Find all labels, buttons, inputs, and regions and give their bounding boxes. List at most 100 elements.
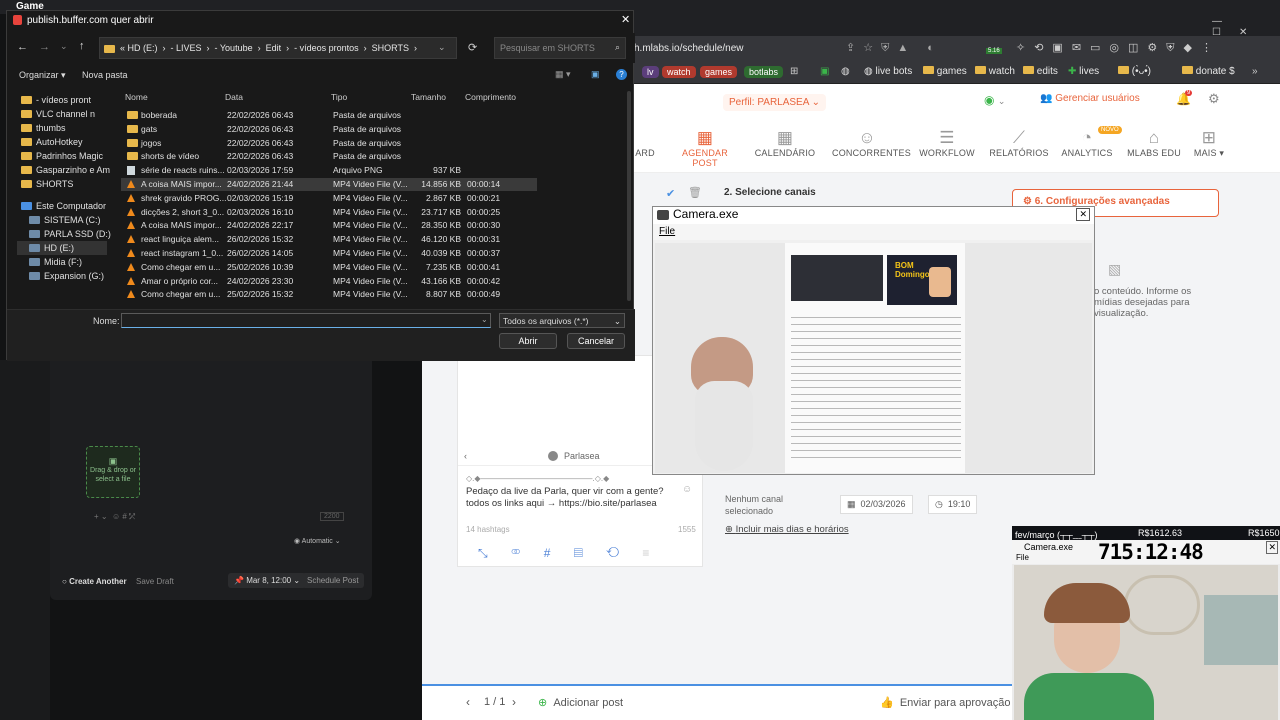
nav-relatorios[interactable]: ⟋ RELATÓRIOS: [984, 128, 1054, 158]
file-row[interactable]: react linguiça alem... 26/02/2026 15:32 MP…: [121, 233, 537, 246]
list-scrollbar[interactable]: [627, 91, 631, 301]
chevron-left-icon[interactable]: ‹: [464, 451, 467, 461]
link-icon[interactable]: ⚭: [511, 546, 520, 560]
file-row[interactable]: react instagram 1_0... 26/02/2026 14:05 MP…: [121, 247, 537, 260]
apps-grid-icon[interactable]: ⊞: [790, 66, 798, 77]
post-text[interactable]: Pedaço da live da Parla, quer vir com a …: [466, 486, 681, 510]
up-arrow-icon[interactable]: ↑: [79, 40, 85, 52]
camera-file-menu[interactable]: File: [659, 226, 675, 237]
crumb-youtube[interactable]: Youtube: [220, 43, 253, 53]
time-picker[interactable]: ◷ 19:10: [928, 495, 978, 514]
sidebar-item[interactable]: AutoHotkey: [21, 135, 83, 149]
bookmark-folder-edits[interactable]: edits: [1023, 66, 1058, 77]
file-row[interactable]: A coisa MAIS impor... 24/02/2026 21:44 MP4…: [121, 178, 537, 191]
sidebar-item[interactable]: Midia (F:): [29, 255, 82, 269]
file-row[interactable]: jogos 22/02/2026 06:43 Pasta de arquivos: [121, 137, 537, 150]
bookmark-lv[interactable]: lv: [642, 66, 659, 78]
address-bar[interactable]: h.mlabs.io/schedule/new ⇪☆⛨▲ ◐ 5.16 ✧⟲▣✉…: [634, 36, 1280, 62]
bookmark-folder-watch[interactable]: watch: [975, 66, 1015, 77]
nav-agendar-post[interactable]: ▦ AGENDAR POST: [670, 128, 740, 168]
preview-pane-icon[interactable]: ▣: [591, 69, 600, 80]
forward-arrow-icon[interactable]: →: [39, 41, 50, 53]
emoji-icon[interactable]: ☺: [682, 484, 692, 495]
nav-calendario[interactable]: ▦ CALENDÁRIO: [750, 128, 820, 158]
sidebar-item[interactable]: Expansion (G:): [29, 269, 104, 283]
bookmark-lives[interactable]: ✚ lives: [1068, 66, 1099, 77]
file-row[interactable]: A coisa MAIS impor... 24/02/2026 22:17 MP4…: [121, 219, 537, 232]
nav-workflow[interactable]: ☰ WORKFLOW: [912, 128, 982, 158]
camera-close-icon[interactable]: ✕: [1076, 208, 1090, 221]
col-name[interactable]: Nome: [125, 92, 148, 102]
shrink-icon[interactable]: ⤡: [478, 546, 488, 560]
sidebar-item[interactable]: SHORTS: [21, 177, 73, 191]
crumb-shorts[interactable]: SHORTS: [372, 43, 409, 53]
crumb-videos[interactable]: vídeos prontos: [300, 43, 359, 53]
crumb-edit[interactable]: Edit: [266, 43, 282, 53]
sidebar-item[interactable]: thumbs: [21, 121, 66, 135]
close-icon[interactable]: ✕: [621, 13, 630, 26]
crumb-hd[interactable]: HD (E:): [128, 43, 158, 53]
col-type[interactable]: Tipo: [331, 92, 347, 102]
align-icon[interactable]: ≡: [642, 546, 649, 560]
manage-users-button[interactable]: 👥 Gerenciar usuários: [1040, 93, 1140, 104]
path-dropdown-icon[interactable]: ⌄: [438, 42, 446, 53]
url-text[interactable]: h.mlabs.io/schedule/new: [634, 43, 744, 54]
repeat-icon[interactable]: ⟲: [606, 546, 619, 560]
automatic-select[interactable]: ◉ Automatic ⌄: [294, 537, 341, 545]
sidebar-item[interactable]: - vídeos pront: [21, 93, 91, 107]
col-length[interactable]: Comprimento: [465, 92, 516, 102]
bookmark-folder-games[interactable]: games: [923, 66, 967, 77]
bookmarks-overflow-icon[interactable]: »: [1252, 66, 1258, 77]
window-controls[interactable]: —☐✕: [1212, 16, 1280, 38]
create-another-toggle[interactable]: ○ Create Another: [62, 577, 127, 586]
filename-input[interactable]: [121, 313, 491, 328]
nav-mais[interactable]: ⊞ MAIS ▾: [1174, 128, 1244, 159]
camera2-close-icon[interactable]: ✕: [1266, 541, 1278, 554]
nav-concorrentes[interactable]: ☺ CONCORRENTES: [832, 128, 911, 158]
date-picker[interactable]: ▦ 02/03/2026: [840, 495, 913, 514]
file-row[interactable]: shrek gravido PROG... 02/03/2026 15:19 MP4…: [121, 192, 537, 205]
toolbar-icons[interactable]: ✧⟲▣✉▭◎◫⚙⛨◆⋮: [1016, 41, 1221, 55]
sidebar-item[interactable]: PARLA SSD (D:): [29, 227, 111, 241]
sidebar-item[interactable]: VLC channel n: [21, 107, 95, 121]
bookmark-folder-face[interactable]: (•̀ᴗ•́): [1118, 66, 1151, 77]
save-draft-button[interactable]: Save Draft: [136, 577, 174, 586]
sidebar-item[interactable]: Padrinhos Magic: [21, 149, 103, 163]
view-icon[interactable]: ▦ ▾: [555, 69, 571, 80]
bookmark-folder-donate[interactable]: donate $: [1182, 66, 1235, 77]
back-arrow-icon[interactable]: ←: [17, 41, 28, 53]
file-type-filter[interactable]: Todos os arquivos (*.*) ⌄: [499, 313, 625, 328]
file-row[interactable]: dicções 2, short 3_0... 02/03/2026 16:10 M…: [121, 206, 537, 219]
schedule-date-button[interactable]: 📌 Mar 8, 12:00 ⌄: [228, 573, 307, 588]
bookmark-globe-icon[interactable]: ◍: [841, 66, 850, 77]
sidebar-item[interactable]: Este Computador: [21, 199, 106, 213]
help-icon[interactable]: ?: [616, 69, 627, 80]
file-row[interactable]: shorts de vídeo 22/02/2026 06:43 Pasta de …: [121, 150, 537, 163]
bookmark-games[interactable]: games: [700, 66, 738, 78]
refresh-icon[interactable]: ⟳: [468, 41, 477, 54]
extension-icons[interactable]: ⇪☆⛨▲ ◐: [846, 41, 942, 55]
trash-icon[interactable]: 🗑: [688, 186, 702, 199]
add-post-button[interactable]: ⊕ Adicionar post: [538, 696, 623, 709]
filename-dropdown-icon[interactable]: ⌄: [481, 315, 488, 324]
schedule-post-button[interactable]: Schedule Post: [302, 573, 364, 588]
search-input[interactable]: Pesquisar em SHORTS ⌕: [494, 37, 626, 59]
organize-button[interactable]: Organizar ▾: [19, 70, 66, 81]
file-row[interactable]: Amar o próprio cor... 24/02/2026 23:30 MP4…: [121, 275, 537, 288]
bookmark-green-icon[interactable]: ▣: [820, 66, 829, 77]
hashtag-icon[interactable]: #: [544, 546, 551, 560]
crumb-lives[interactable]: LIVES: [176, 43, 202, 53]
new-folder-button[interactable]: Nova pasta: [82, 70, 128, 80]
file-icon[interactable]: ▤: [574, 546, 583, 560]
open-button[interactable]: Abrir: [499, 333, 557, 349]
sidebar-item[interactable]: Gasparzinho e Am: [21, 163, 110, 177]
bookmark-botlabs[interactable]: botlabs: [744, 66, 784, 78]
send-approval-button[interactable]: 👍 Enviar para aprovação: [880, 696, 1011, 709]
next-page-icon[interactable]: ›: [512, 695, 516, 709]
recent-chevron-icon[interactable]: ⌄: [60, 41, 68, 52]
col-size[interactable]: Tamanho: [411, 92, 446, 102]
file-row[interactable]: boberada 22/02/2026 06:43 Pasta de arquivo…: [121, 109, 537, 122]
settings-gear-icon[interactable]: ⚙: [1208, 91, 1220, 107]
sidebar-item[interactable]: HD (E:): [17, 241, 107, 255]
drag-drop-zone[interactable]: ▣ Drag & drop or select a file: [86, 446, 140, 498]
